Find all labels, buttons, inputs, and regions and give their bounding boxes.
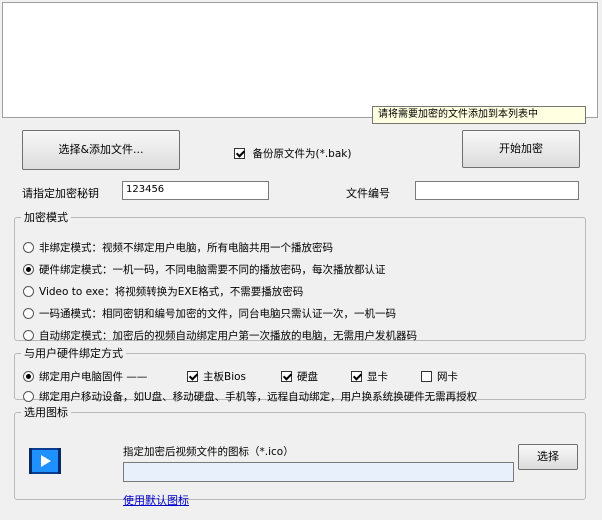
file-no-label: 文件编号 (346, 187, 390, 200)
hw-binding-title: 与用户硬件绑定方式 (24, 347, 123, 360)
hw-option-mobile[interactable]: 绑定用户移动设备，如U盘、移动硬盘、手机等，远程自动绑定，用户换系统换硬件无需再… (23, 389, 477, 404)
gpu-checkbox[interactable] (351, 371, 362, 382)
mode-radio[interactable] (23, 330, 34, 341)
icon-group: 选用图标 指定加密后视频文件的图标（*.ico） 使用默认图标 (14, 404, 586, 507)
mode-option-auto-bind[interactable]: 自动绑定模式：加密后的视频自动绑定用户第一次播放的电脑，无需用户发机器码 (23, 328, 417, 343)
hw-option-firmware[interactable]: 绑定用户电脑固件 —— (23, 369, 147, 384)
disk-checkbox[interactable] (281, 371, 292, 382)
key-label: 请指定加密秘钥 (22, 187, 99, 200)
mode-option-video-to-exe[interactable]: Video to exe：将视频转换为EXE格式，不需要播放密码 (23, 284, 303, 299)
hw-item-gpu[interactable]: 显卡 (351, 369, 388, 384)
mode-option-unbound[interactable]: 非绑定模式：视频不绑定用户电脑，所有电脑共用一个播放密码 (23, 240, 333, 255)
hw-item-nic[interactable]: 网卡 (421, 369, 458, 384)
hw-binding-group: 与用户硬件绑定方式 绑定用户电脑固件 —— 主板Bios 硬盘 显卡 网卡 绑定… (14, 345, 586, 403)
file-list[interactable] (2, 2, 598, 118)
hw-radio[interactable] (23, 391, 34, 402)
mode-option-hardware[interactable]: 硬件绑定模式：一机一码，不同电脑需要不同的播放密码，每次播放都认证 (23, 262, 386, 277)
mode-radio[interactable] (23, 242, 34, 253)
browse-icon-button[interactable]: 选择 (518, 444, 578, 470)
key-input[interactable]: 123456 (122, 181, 269, 200)
video-play-icon (29, 448, 61, 474)
mode-radio[interactable] (23, 264, 34, 275)
file-no-input[interactable] (415, 181, 579, 200)
backup-label: 备份原文件为(*.bak) (252, 148, 352, 160)
start-encrypt-button[interactable]: 开始加密 (462, 130, 580, 168)
add-files-button[interactable]: 选择&添加文件... (22, 130, 180, 170)
mode-radio[interactable] (23, 308, 34, 319)
file-list-tooltip: 请将需要加密的文件添加到本列表中 (372, 106, 586, 124)
icon-group-title: 选用图标 (24, 406, 68, 419)
mode-option-one-code[interactable]: 一码通模式：相同密钥和编号加密的文件，同台电脑只需认证一次，一机一码 (23, 306, 396, 321)
hw-radio[interactable] (23, 371, 34, 382)
encrypt-mode-group: 加密模式 非绑定模式：视频不绑定用户电脑，所有电脑共用一个播放密码 硬件绑定模式… (14, 209, 586, 343)
icon-prompt: 指定加密后视频文件的图标（*.ico） (123, 446, 294, 458)
icon-path-input[interactable] (123, 462, 514, 482)
encrypt-mode-title: 加密模式 (24, 211, 68, 224)
backup-option[interactable]: 备份原文件为(*.bak) (234, 146, 351, 161)
mode-radio[interactable] (23, 286, 34, 297)
hw-item-bios[interactable]: 主板Bios (187, 369, 246, 384)
default-icon-link[interactable]: 使用默认图标 (123, 492, 189, 508)
hw-item-disk[interactable]: 硬盘 (281, 369, 318, 384)
backup-checkbox[interactable] (234, 148, 245, 159)
bios-checkbox[interactable] (187, 371, 198, 382)
nic-checkbox[interactable] (421, 371, 432, 382)
